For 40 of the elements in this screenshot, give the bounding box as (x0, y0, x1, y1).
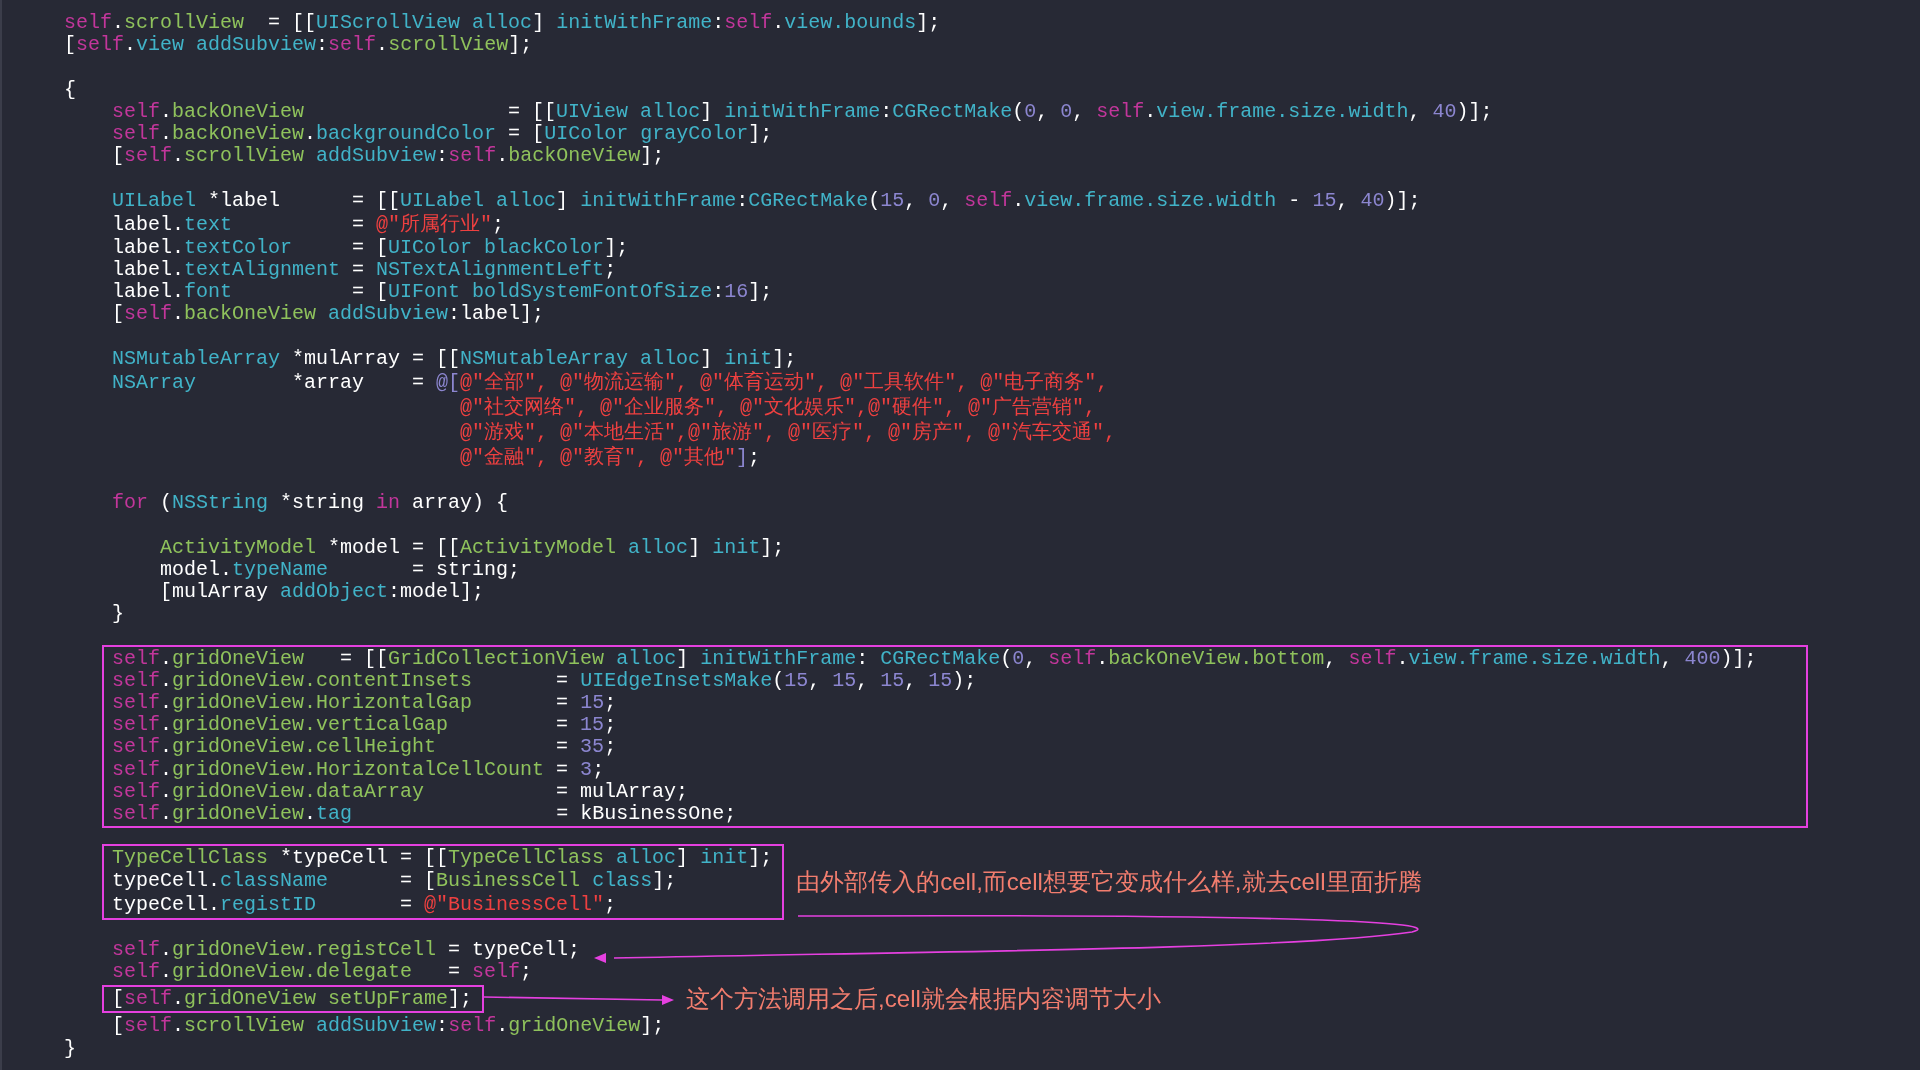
code-line: self.gridOneView.registCell = typeCell; (111, 939, 582, 962)
code-line: label.textAlignment = NSTextAlignmentLeft; (111, 259, 618, 282)
code-line: NSArray *array = @[@"全部", @"物流运输", @"体育运动", @"工具软件", @"电子商务", (111, 370, 1110, 395)
code-line: self.gridOneView.dataArray = mulArray; (112, 780, 690, 803)
code-line: @"金融", @"教育", @"其他"]; (459, 445, 762, 470)
code-line: ActivityModel *model = [[ActivityModel alloc] init]; (159, 536, 786, 559)
code-line: typeCell.className = [BusinessCell class]; (112, 869, 678, 892)
code-line: [self.scrollView addSubview:self.backOneView]; (111, 145, 666, 168)
code-line: TypeCellClass *typeCell = [[TypeCellClass alloc] init]; (112, 847, 773, 870)
code-line: label.textColor = [UIColor blackColor]; (111, 236, 630, 259)
code-line: self.gridOneView.contentInsets = UIEdgeInsetsMake(15, 15, 15, 15); (112, 669, 978, 692)
annotation-text: 这个方法调用之后,cell就会根据内容调节大小 (686, 984, 1161, 1015)
code-line: [self.backOneView addSubview:label]; (111, 303, 546, 326)
code-line: } (111, 603, 125, 626)
code-line: [self.view addSubview:self.scrollView]; (64, 34, 534, 57)
code-line: @"社交网络", @"企业服务", @"文化娱乐",@"硬件", @"广告营销", (459, 395, 1098, 420)
code-line: self.scrollView = [[UIScrollView alloc] initWithFrame:self.view.bounds]; (64, 12, 942, 35)
code-line: self.backOneView = [[UIView alloc] initWithFrame:CGRectMake(0, 0, self.view.frame.size.width, 40)]; (111, 100, 1494, 123)
code-line: typeCell.registID = @"BusinessCell"; (112, 891, 618, 917)
code-line: @"游戏", @"本地生活",@"旅游", @"医疗", @"房产", @"汽车交通", (459, 420, 1118, 445)
code-line: UILabel *label = [[UILabel alloc] initWithFrame:CGRectMake(15, 0, self.view.frame.size.width - 15, 40)]; (111, 189, 1422, 212)
code-line: self.gridOneView.tag = kBusinessOne; (112, 803, 738, 826)
code-line: self.backOneView.backgroundColor = [UIColor grayColor]; (111, 123, 774, 146)
code-line: [self.gridOneView setUpFrame]; (112, 988, 473, 1011)
code-line: self.gridOneView = [[GridCollectionView alloc] initWithFrame: CGRectMake(0, self.backOneView.bottom, self.view.frame.size.width, 400)]; (112, 647, 1758, 670)
code-line: [mulArray addObject:model]; (159, 581, 486, 604)
code-line: self.gridOneView.HorizontalGap = 15; (112, 692, 618, 715)
code-line: { (64, 78, 77, 101)
code-line: for (NSString *string in array) { (111, 492, 510, 515)
code-line: } (64, 1037, 77, 1060)
code-line: [self.scrollView addSubview:self.gridOneView]; (111, 1015, 666, 1038)
code-line: self.gridOneView.delegate = self; (111, 961, 534, 984)
code-line: model.typeName = string; (159, 558, 522, 581)
code-line: NSMutableArray *mulArray = [[NSMutableArray alloc] init]; (111, 347, 798, 370)
code-line: self.gridOneView.HorizontalCellCount = 3; (112, 758, 606, 781)
annotation-text: 由外部传入的cell,而cell想要它变成什么样,就去cell里面折腾 (796, 867, 1422, 898)
code-line: self.gridOneView.verticalGap = 15; (112, 714, 618, 737)
code-line: label.font = [UIFont boldSystemFontOfSize:16]; (111, 281, 774, 304)
code-line: self.gridOneView.cellHeight = 35; (112, 736, 618, 759)
code-line: label.text = @"所属行业"; (111, 211, 506, 237)
